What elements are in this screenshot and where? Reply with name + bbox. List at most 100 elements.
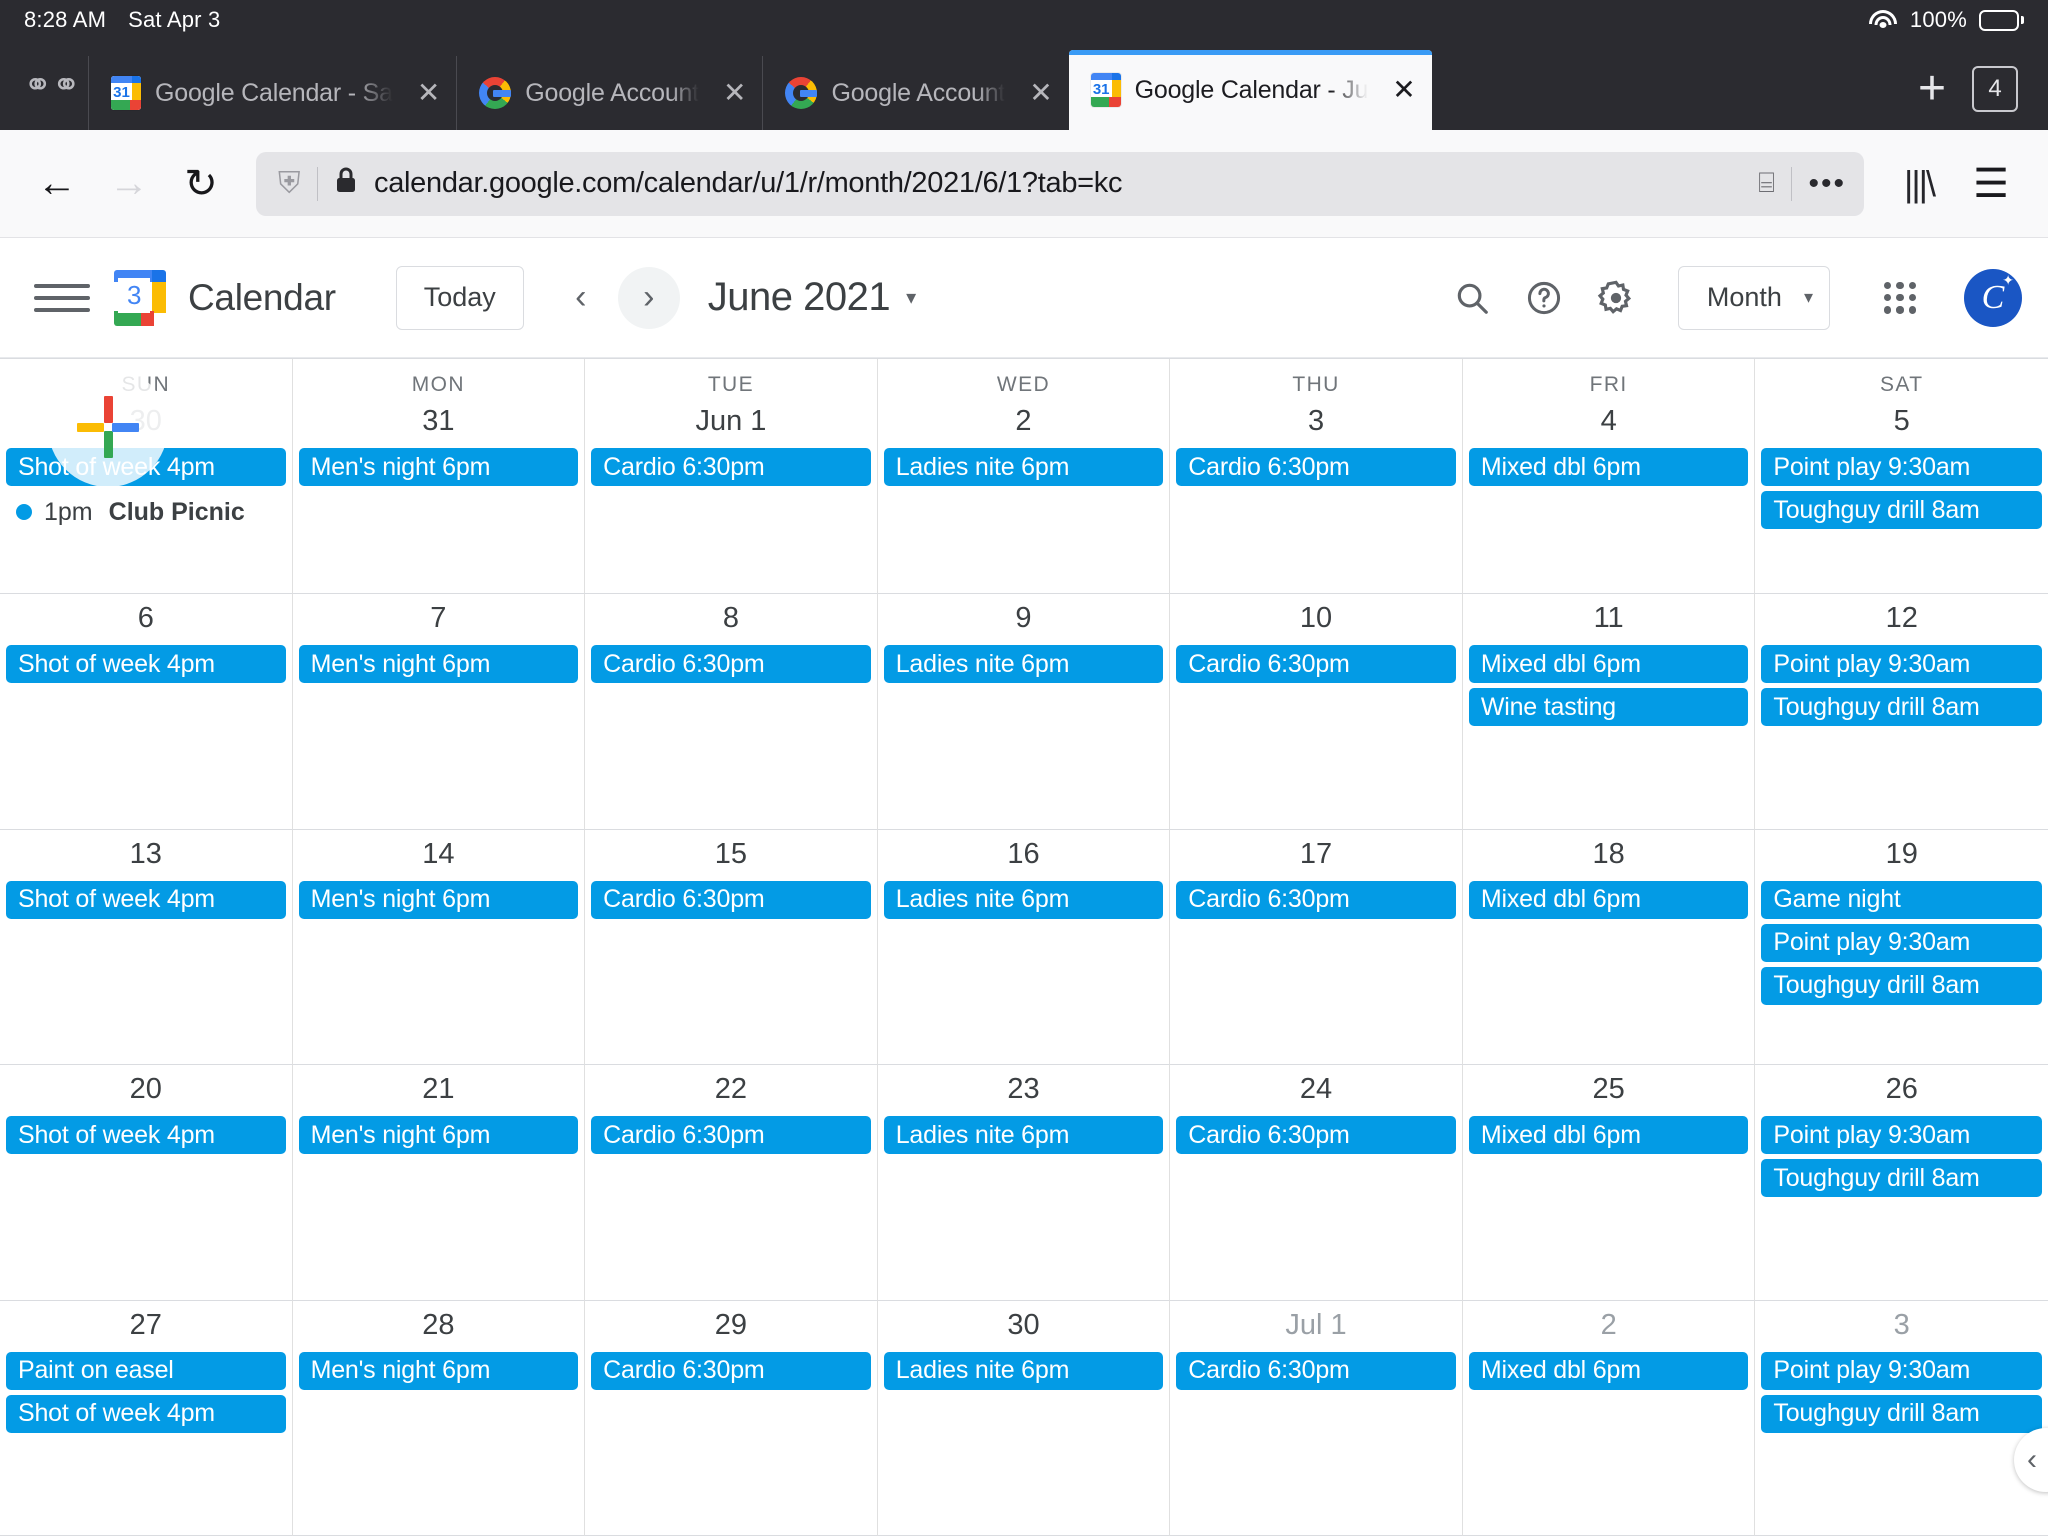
day-cell[interactable]: 30 Ladies nite 6pm [877,1300,1171,1536]
day-cell[interactable]: WED 2 Ladies nite 6pm [877,359,1171,595]
calendar-event[interactable]: Ladies nite 6pm [883,448,1164,486]
day-number[interactable]: 8 [585,594,877,645]
day-number[interactable]: 7 [293,594,585,645]
day-cell[interactable]: 16 Ladies nite 6pm [877,829,1171,1066]
calendar-event[interactable]: Cardio 6:30pm [1176,645,1456,684]
calendar-event[interactable]: Toughguy drill 8am [1761,688,2042,727]
day-cell[interactable]: 22 Cardio 6:30pm [585,1065,878,1301]
day-number[interactable]: 2 [1463,1301,1755,1352]
back-button[interactable]: ← [26,153,88,215]
day-cell[interactable]: 9 Ladies nite 6pm [877,594,1171,830]
calendar-event[interactable]: Toughguy drill 8am [1761,1159,2042,1198]
day-number[interactable]: 3 [1755,1301,2048,1352]
calendar-event[interactable]: Point play 9:30am [1761,645,2042,684]
calendar-event[interactable]: Mixed dbl 6pm [1468,1116,1749,1155]
avatar[interactable]: C [1964,268,2022,327]
calendar-event[interactable]: Shot of week 4pm [6,880,286,919]
day-number[interactable]: 10 [1170,594,1462,645]
day-number[interactable]: 22 [585,1065,877,1116]
day-number[interactable]: 9 [878,594,1170,645]
day-cell[interactable]: 26 Point play 9:30am Toughguy drill 8am [1755,1065,2048,1301]
day-number[interactable]: 3 [1170,397,1462,448]
calendar-event[interactable]: Ladies nite 6pm [883,1116,1164,1155]
day-number[interactable]: 30 [878,1301,1170,1352]
day-cell[interactable]: SAT 5 Point play 9:30am Toughguy drill 8am [1755,359,2048,595]
calendar-event[interactable]: Cardio 6:30pm [1176,448,1456,486]
gear-icon[interactable] [1580,262,1652,334]
day-cell[interactable]: 11 Mixed dbl 6pm Wine tasting [1462,594,1756,830]
day-number[interactable]: 20 [0,1065,292,1116]
day-cell[interactable]: 21 Men's night 6pm [292,1065,586,1301]
day-number[interactable]: 27 [0,1301,292,1352]
url-text[interactable]: calendar.google.com/calendar/u/1/r/month… [374,167,1742,200]
new-tab-button[interactable]: + [1918,64,1946,112]
calendar-event[interactable]: Mixed dbl 6pm [1468,1351,1749,1390]
calendar-event[interactable]: Men's night 6pm [298,448,579,486]
day-cell[interactable]: 17 Cardio 6:30pm [1170,829,1463,1066]
browser-tab-3[interactable]: Google Account ✕ [762,56,1068,130]
search-icon[interactable] [1436,262,1508,334]
calendar-event[interactable]: Men's night 6pm [298,880,579,919]
day-number[interactable]: 21 [293,1065,585,1116]
close-icon[interactable]: ✕ [1029,79,1052,107]
day-number[interactable]: 23 [878,1065,1170,1116]
current-period-label[interactable]: June 2021 [708,275,891,320]
day-number[interactable]: Jul 1 [1170,1301,1462,1352]
calendar-event[interactable]: Cardio 6:30pm [591,448,871,486]
day-cell[interactable]: 28 Men's night 6pm [292,1300,586,1536]
day-number[interactable]: 15 [585,830,877,881]
calendar-event[interactable]: Cardio 6:30pm [1176,880,1456,919]
calendar-event[interactable]: Mixed dbl 6pm [1468,448,1749,486]
reader-mode-icon[interactable]: ⌸ [1758,167,1775,200]
calendar-event[interactable]: Point play 9:30am [1761,448,2042,486]
day-cell[interactable]: 8 Cardio 6:30pm [585,594,878,830]
previous-period-button[interactable]: ‹ [550,267,612,329]
tab-count-button[interactable]: 4 [1972,66,2018,112]
day-number[interactable]: 24 [1170,1065,1462,1116]
day-number[interactable]: 6 [0,594,292,645]
main-menu-button[interactable] [34,270,90,326]
browser-menu-icon[interactable]: ☰ [1960,153,2022,215]
day-number[interactable]: 26 [1755,1065,2048,1116]
calendar-event[interactable]: Shot of week 4pm [6,645,286,684]
browser-tab-4-active[interactable]: 31 Google Calendar - Ju ✕ [1068,50,1432,130]
day-cell[interactable]: 20 Shot of week 4pm [0,1065,293,1301]
browser-tab-1[interactable]: 31 Google Calendar - Sa ✕ [88,56,456,130]
chevron-down-icon[interactable]: ▾ [906,285,916,310]
calendar-event[interactable]: Ladies nite 6pm [883,645,1164,684]
day-cell[interactable]: 7 Men's night 6pm [292,594,586,830]
calendar-event[interactable]: Shot of week 4pm [6,1394,286,1433]
calendar-event[interactable]: Mixed dbl 6pm [1468,645,1749,684]
day-number[interactable]: 14 [293,830,585,881]
day-number[interactable]: 29 [585,1301,877,1352]
day-number[interactable]: 16 [878,830,1170,881]
private-mask-icon[interactable]: ⚭⚭ [16,40,88,130]
help-icon[interactable] [1508,262,1580,334]
day-cell[interactable]: 13 Shot of week 4pm [0,829,293,1066]
calendar-event[interactable]: Cardio 6:30pm [591,1116,871,1155]
today-button[interactable]: Today [395,265,524,330]
google-calendar-logo[interactable]: 3 [114,269,166,326]
next-period-button[interactable]: › [617,266,680,329]
calendar-event[interactable]: Ladies nite 6pm [883,880,1164,919]
view-selector[interactable]: Month ▾ [1677,265,1830,330]
day-cell[interactable]: 18 Mixed dbl 6pm [1462,829,1756,1066]
day-cell[interactable]: 27 Paint on easel Shot of week 4pm [0,1300,293,1536]
calendar-event[interactable]: Paint on easel [6,1351,286,1390]
day-cell[interactable]: MON 31 Men's night 6pm [292,359,586,595]
calendar-event[interactable]: Toughguy drill 8am [1761,966,2042,1005]
calendar-event[interactable]: Men's night 6pm [298,1116,579,1155]
day-number[interactable]: 11 [1463,594,1755,645]
calendar-event[interactable]: Wine tasting [1468,688,1749,727]
calendar-event[interactable]: Men's night 6pm [298,1351,579,1390]
close-icon[interactable]: ✕ [417,79,440,107]
day-cell[interactable]: 25 Mixed dbl 6pm [1462,1065,1756,1301]
calendar-event[interactable]: Toughguy drill 8am [1761,491,2042,529]
address-bar[interactable]: ⛨ calendar.google.com/calendar/u/1/r/mon… [256,151,1864,216]
day-number[interactable]: 5 [1755,397,2048,448]
close-icon[interactable]: ✕ [723,79,746,107]
calendar-event[interactable]: Cardio 6:30pm [591,1351,871,1390]
calendar-event[interactable]: Men's night 6pm [298,645,579,684]
day-cell[interactable]: 19 Game night Point play 9:30am Toughguy dr… [1755,829,2048,1066]
shield-icon[interactable]: ⛨ [278,167,301,201]
